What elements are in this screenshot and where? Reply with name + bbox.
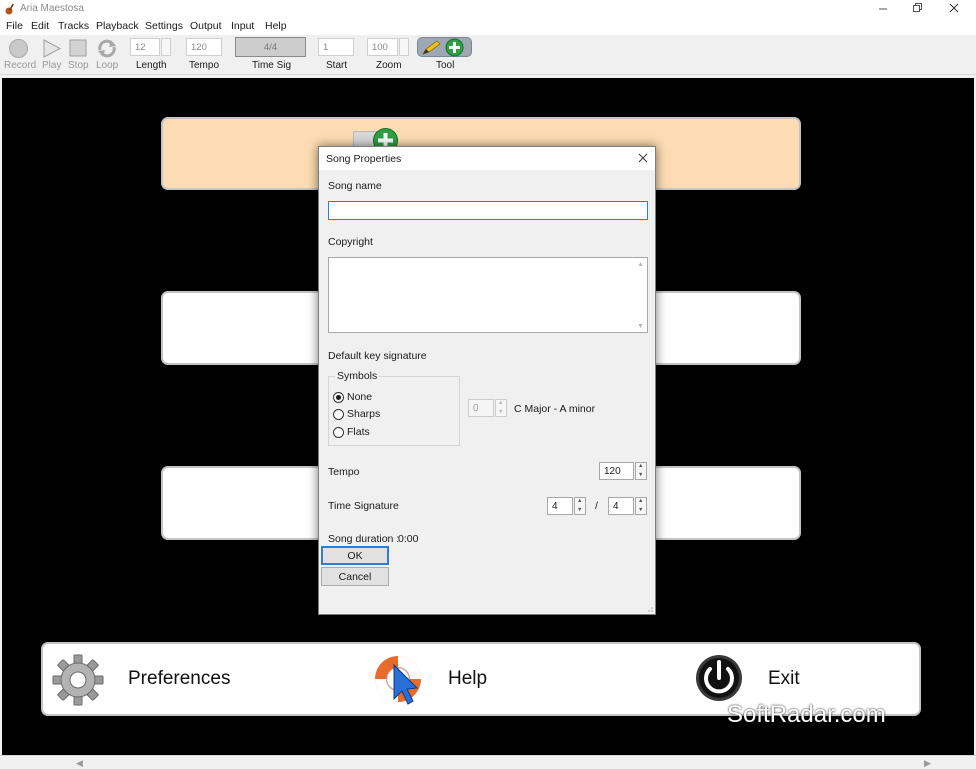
- menu-file[interactable]: File: [6, 20, 23, 32]
- menu-settings[interactable]: Settings: [145, 20, 183, 32]
- tempo-field[interactable]: 120: [186, 38, 222, 56]
- copyright-label: Copyright: [328, 236, 373, 248]
- pencil-icon[interactable]: [421, 39, 443, 56]
- scroll-down-icon[interactable]: ▼: [637, 323, 644, 330]
- dialog-close-button[interactable]: [633, 150, 653, 168]
- song-name-input[interactable]: [328, 201, 648, 220]
- length-field[interactable]: 12: [130, 38, 160, 56]
- key-count-spinner[interactable]: [495, 399, 507, 417]
- key-name-label: C Major - A minor: [514, 403, 596, 415]
- minimize-button[interactable]: [866, 0, 900, 18]
- song-duration-label: Song duration :: [328, 533, 400, 545]
- radio-flats-label[interactable]: Flats: [347, 426, 370, 438]
- menu-bar: File Edit Tracks Playback Settings Outpu…: [0, 18, 976, 35]
- play-icon[interactable]: [41, 38, 62, 59]
- symbols-group: Symbols None Sharps Flats: [328, 370, 460, 446]
- menu-input[interactable]: Input: [231, 20, 254, 32]
- time-sig-label: Time Sig: [252, 60, 292, 71]
- add-note-icon[interactable]: [445, 38, 464, 57]
- symbols-group-title: Symbols: [335, 370, 380, 382]
- time-sig-separator: /: [595, 500, 598, 512]
- stop-icon[interactable]: [68, 38, 88, 58]
- help-label[interactable]: Help: [448, 668, 487, 690]
- watermark-text: SoftRadar.com: [727, 701, 886, 728]
- time-signature-button[interactable]: 4/4: [235, 37, 306, 57]
- scroll-left-icon[interactable]: ◀: [76, 758, 83, 769]
- close-window-button[interactable]: [937, 0, 971, 18]
- menu-edit[interactable]: Edit: [31, 20, 49, 32]
- cancel-button[interactable]: Cancel: [321, 567, 389, 586]
- zoom-field[interactable]: 100: [367, 38, 398, 56]
- loop-label: Loop: [96, 60, 119, 71]
- horizontal-scrollbar[interactable]: ◀ ▶: [0, 755, 976, 769]
- tempo-spinner[interactable]: [635, 462, 647, 480]
- help-lifebuoy-icon[interactable]: [372, 653, 426, 707]
- close-icon: [638, 153, 648, 163]
- start-field[interactable]: 1: [318, 38, 354, 56]
- loop-icon[interactable]: [96, 38, 118, 59]
- time-sig-denominator-field[interactable]: 4: [608, 497, 634, 515]
- violin-icon: [5, 3, 14, 15]
- zoom-label: Zoom: [376, 60, 402, 71]
- preferences-label[interactable]: Preferences: [128, 668, 230, 690]
- record-icon[interactable]: [8, 38, 29, 59]
- restore-icon: [913, 3, 922, 12]
- song-duration-value: 0:00: [398, 533, 419, 545]
- scroll-up-icon[interactable]: ▲: [637, 261, 644, 268]
- stop-label: Stop: [68, 60, 89, 71]
- time-sig-denominator-spinner[interactable]: [635, 497, 647, 515]
- time-sig-numerator-spinner[interactable]: [574, 497, 586, 515]
- key-count-field[interactable]: 0: [468, 399, 494, 417]
- record-label: Record: [4, 60, 37, 71]
- ok-button[interactable]: OK: [321, 546, 389, 565]
- menu-output[interactable]: Output: [190, 20, 222, 32]
- tempo-label: Tempo: [328, 466, 360, 478]
- power-icon[interactable]: [694, 653, 744, 703]
- radio-flats[interactable]: [333, 427, 344, 438]
- dialog-title-bar: Song Properties: [319, 147, 655, 170]
- length-spinner[interactable]: [161, 38, 171, 56]
- radio-sharps-label[interactable]: Sharps: [347, 408, 380, 420]
- resize-grip-icon[interactable]: [645, 604, 654, 613]
- time-signature-label: Time Signature: [328, 500, 399, 512]
- gear-icon[interactable]: [52, 654, 104, 706]
- zoom-spinner[interactable]: [399, 38, 409, 56]
- minimize-icon: [879, 8, 887, 10]
- dialog-title: Song Properties: [326, 153, 402, 165]
- key-signature-label: Default key signature: [328, 350, 427, 362]
- song-name-label: Song name: [328, 180, 382, 192]
- tool-selector[interactable]: [417, 37, 472, 57]
- menu-tracks[interactable]: Tracks: [58, 20, 89, 32]
- start-label: Start: [326, 60, 348, 71]
- close-icon: [949, 3, 959, 13]
- time-sig-numerator-field[interactable]: 4: [547, 497, 573, 515]
- scroll-right-icon[interactable]: ▶: [924, 758, 931, 769]
- play-label: Play: [42, 60, 62, 71]
- radio-sharps[interactable]: [333, 409, 344, 420]
- restore-button[interactable]: [900, 0, 934, 18]
- exit-label[interactable]: Exit: [768, 668, 800, 690]
- menu-help[interactable]: Help: [265, 20, 287, 32]
- title-bar: Aria Maestosa: [0, 0, 976, 18]
- radio-none[interactable]: [333, 392, 344, 403]
- song-properties-dialog: Song Properties Song name Copyright ▲ ▼ …: [318, 146, 656, 615]
- radio-none-label[interactable]: None: [347, 391, 372, 403]
- copyright-textarea[interactable]: ▲ ▼: [328, 257, 648, 333]
- menu-playback[interactable]: Playback: [96, 20, 139, 32]
- tempo-field[interactable]: 120: [599, 462, 634, 480]
- window-title: Aria Maestosa: [20, 3, 84, 14]
- length-label: Length: [136, 60, 167, 71]
- toolbar: Record Play Stop Loop 12 Length 120 Temp…: [0, 35, 976, 75]
- tempo-label: Tempo: [189, 60, 220, 71]
- tool-label: Tool: [436, 60, 455, 71]
